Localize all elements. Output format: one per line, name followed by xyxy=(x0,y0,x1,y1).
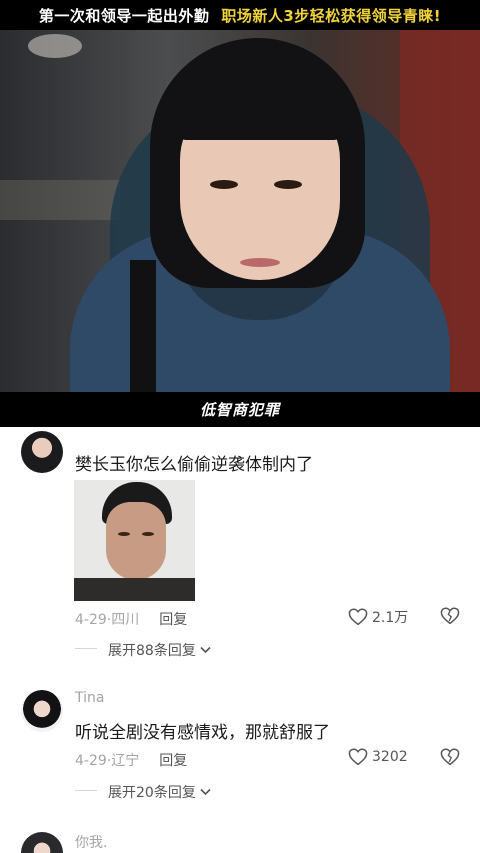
comment-username[interactable]: Tina xyxy=(75,690,104,706)
reply-button[interactable]: 回复 xyxy=(159,750,187,770)
photo-face xyxy=(106,502,166,580)
background-lamp xyxy=(28,34,82,58)
comment-text[interactable]: 听说全剧没有感情戏，那就舒服了 xyxy=(75,718,330,743)
comment-date: 4-29 xyxy=(75,612,107,628)
photo-left-eye xyxy=(118,532,130,536)
heart-icon xyxy=(348,748,368,766)
comment-location: 辽宁 xyxy=(111,753,140,769)
avatar[interactable] xyxy=(21,690,63,732)
broken-heart-icon xyxy=(440,607,460,625)
comment-username[interactable]: 你我. xyxy=(75,832,107,852)
comment-date-location: 4-29·四川 xyxy=(75,612,140,628)
dislike-button[interactable] xyxy=(440,748,460,770)
heart-icon xyxy=(348,608,368,626)
comment-text[interactable]: 樊长玉你怎么偷偷逆袭体制内了 xyxy=(75,450,313,475)
background-shelf xyxy=(0,180,120,220)
lips xyxy=(240,258,280,267)
photo-body xyxy=(74,578,195,601)
comment-item: Tina 听说全剧没有感情戏，那就舒服了 4-29·辽宁 回复 3202 展开2… xyxy=(0,688,480,813)
bag-strap xyxy=(130,260,156,392)
video-title-banner: 第一次和领导一起出外勤 职场新人3步轻松获得领导青睐! xyxy=(0,0,480,30)
like-count: 3202 xyxy=(372,749,408,765)
comment-location: 四川 xyxy=(111,612,140,628)
expand-replies-label: 展开20条回复 xyxy=(108,785,196,801)
comment-date: 4-29 xyxy=(75,753,107,769)
like-button[interactable]: 2.1万 xyxy=(348,607,408,627)
avatar[interactable] xyxy=(21,431,63,473)
bangs xyxy=(172,70,348,140)
comment-meta: 4-29·四川 回复 xyxy=(75,609,187,629)
broken-heart-icon xyxy=(440,748,460,766)
expand-replies-label: 展开88条回复 xyxy=(108,643,196,659)
comment-item: 你我. xyxy=(0,830,480,853)
comment-meta: 4-29·辽宁 回复 xyxy=(75,750,187,770)
left-eye xyxy=(210,180,238,189)
like-button[interactable]: 3202 xyxy=(348,748,408,766)
expand-replies-button[interactable]: 展开20条回复 xyxy=(75,782,211,802)
title-white: 第一次和领导一起出外勤 xyxy=(38,6,210,25)
right-eye xyxy=(274,180,302,189)
title-yellow: 职场新人3步轻松获得领导青睐! xyxy=(221,6,442,25)
dislike-button[interactable] xyxy=(440,607,460,629)
comment-item: 樊长玉你怎么偷偷逆袭体制内了 4-29·四川 回复 2.1万 展开88条回复 xyxy=(0,427,480,667)
chevron-down-icon xyxy=(200,788,211,796)
chevron-down-icon xyxy=(200,646,211,654)
show-watermark: 低智商犯罪 xyxy=(199,401,280,419)
avatar[interactable] xyxy=(21,832,63,853)
comment-image[interactable] xyxy=(74,480,195,601)
expand-replies-button[interactable]: 展开88条回复 xyxy=(75,640,211,660)
video-frame xyxy=(0,30,480,392)
photo-right-eye xyxy=(142,532,154,536)
video-player[interactable]: 第一次和领导一起出外勤 职场新人3步轻松获得领导青睐! 低智商犯罪 xyxy=(0,0,480,427)
reply-button[interactable]: 回复 xyxy=(159,609,187,629)
comment-date-location: 4-29·辽宁 xyxy=(75,753,140,769)
like-count: 2.1万 xyxy=(372,610,409,626)
